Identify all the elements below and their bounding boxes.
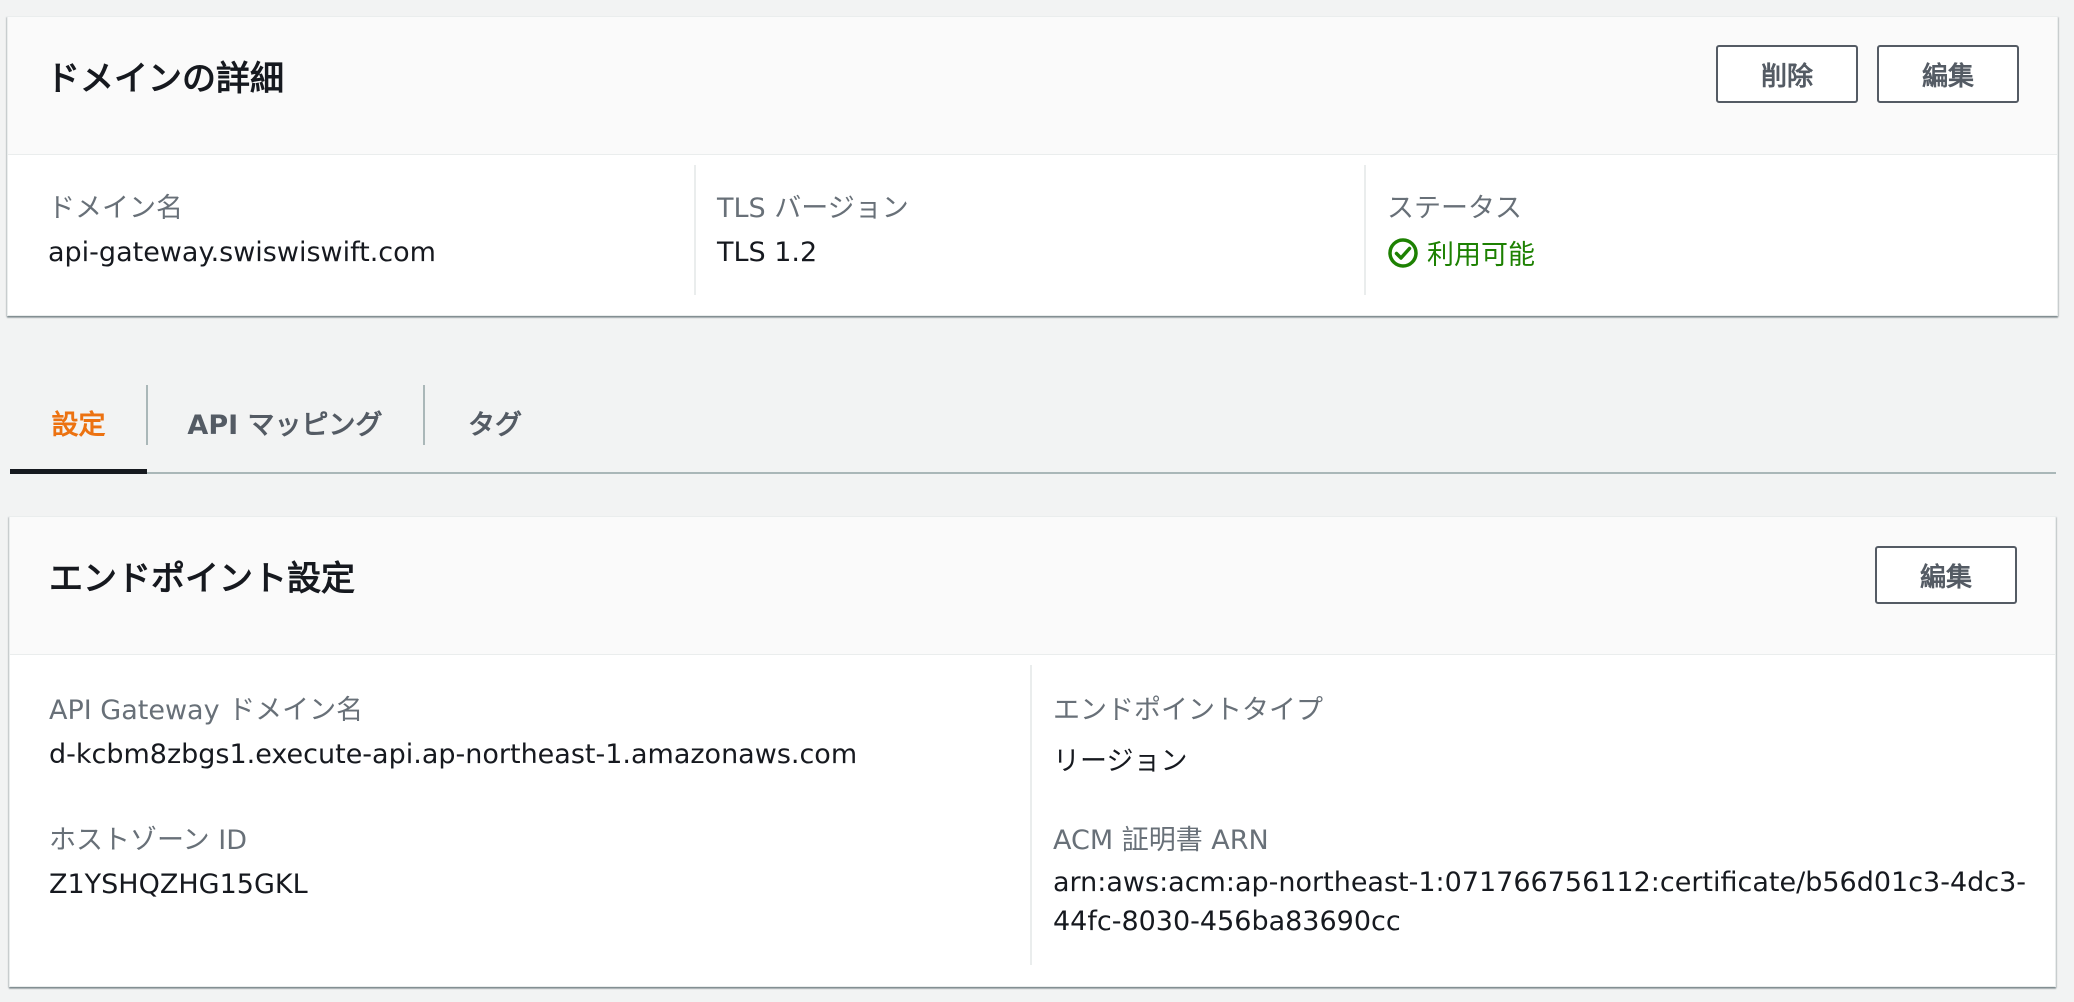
acm-arn-value: arn:aws:acm:ap-northeast-1:071766756112:… [1053, 867, 2027, 937]
endpoint-config-panel: エンドポイント設定 編集 API Gateway ドメイン名 d-kcbm8zb… [9, 516, 2056, 987]
tab-tags[interactable]: タグ [425, 372, 565, 472]
endpoint-config-title: エンドポイント設定 [49, 559, 355, 599]
status-badge: 利用可能 [1387, 233, 1535, 272]
tab-bar: 設定 API マッピング タグ [10, 372, 2056, 474]
tls-version-value: TLS 1.2 [717, 237, 818, 268]
domain-details-title: ドメインの詳細 [46, 59, 284, 99]
tab-api-mappings[interactable]: API マッピング [148, 372, 422, 472]
apigw-domain-label: API Gateway ドメイン名 [49, 695, 364, 726]
domain-details-panel: ドメインの詳細 削除 編集 ドメイン名 api-gateway.swiswisw… [7, 16, 2058, 316]
tab-settings[interactable]: 設定 [10, 372, 147, 474]
column-divider [1030, 665, 1032, 965]
status-label: ステータス [1387, 193, 1522, 224]
domain-name-label: ドメイン名 [48, 193, 183, 224]
column-divider [694, 165, 696, 295]
column-divider [1364, 165, 1366, 295]
domain-name-value: api-gateway.swiswiswift.com [48, 237, 436, 268]
endpoint-type-value: リージョン [1053, 746, 1188, 777]
check-circle-icon [1387, 237, 1427, 269]
hosted-zone-label: ホストゾーン ID [49, 825, 247, 856]
endpoint-type-label: エンドポイントタイプ [1053, 695, 1323, 726]
tab-settings-label: 設定 [51, 409, 106, 441]
tls-version-label: TLS バージョン [717, 193, 909, 224]
edit-domain-button[interactable]: 編集 [1877, 45, 2019, 103]
delete-button[interactable]: 削除 [1716, 45, 1858, 103]
acm-arn-label: ACM 証明書 ARN [1053, 825, 1269, 856]
active-tab-indicator [10, 469, 147, 474]
tab-tags-label: タグ [468, 409, 522, 441]
tab-api-mappings-label: API マッピング [187, 409, 383, 441]
apigw-domain-value: d-kcbm8zbgs1.execute-api.ap-northeast-1.… [49, 739, 858, 770]
edit-endpoint-button[interactable]: 編集 [1875, 546, 2017, 604]
endpoint-config-header: エンドポイント設定 編集 [10, 517, 2055, 655]
status-text: 利用可能 [1427, 240, 1535, 271]
domain-details-header: ドメインの詳細 削除 編集 [8, 17, 2057, 155]
hosted-zone-value: Z1YSHQZHG15GKL [49, 869, 308, 900]
